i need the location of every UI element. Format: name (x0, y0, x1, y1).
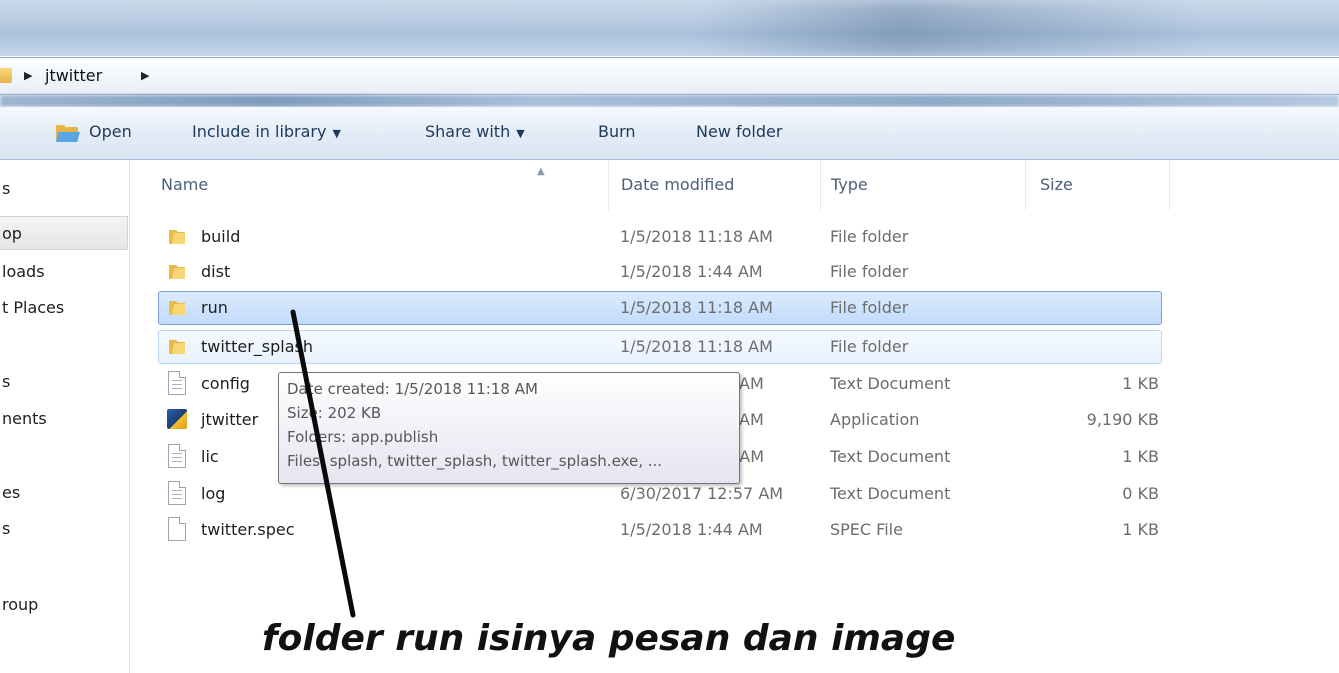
chevron-down-icon: ▼ (332, 127, 341, 140)
file-name: build (201, 227, 241, 246)
file-size: 1 KB (1122, 520, 1159, 539)
nav-item[interactable]: t Places (0, 291, 128, 325)
share-with-button[interactable]: Share with ▼ (425, 122, 525, 141)
share-with-label: Share with (425, 122, 511, 141)
folder-info-tooltip: Date created: 1/5/2018 11:18 AM Size: 20… (278, 372, 740, 484)
table-row-selected[interactable]: run 1/5/2018 11:18 AM File folder (158, 291, 1162, 325)
file-date: 1/5/2018 11:18 AM (620, 298, 773, 317)
file-icon (168, 517, 186, 541)
file-size (1039, 256, 1159, 288)
command-bar: Open Include in library ▼ Share with ▼ Bur… (0, 107, 1339, 160)
navigation-pane: s op loads t Places s nents es s roup (0, 160, 130, 673)
nav-item[interactable]: es (0, 476, 128, 510)
file-name: log (201, 484, 226, 503)
nav-item[interactable]: s (0, 172, 128, 206)
file-type: Application (830, 410, 920, 429)
file-name: dist (201, 262, 231, 281)
breadcrumb-arrow-icon[interactable]: ▶ (141, 69, 149, 82)
sort-ascending-icon: ▲ (537, 166, 545, 177)
tooltip-files: Files: splash, twitter_splash, twitter_s… (287, 452, 663, 470)
text-document-icon (168, 481, 186, 505)
file-date: 1/5/2018 1:44 AM (620, 262, 763, 281)
file-type: SPEC File (830, 520, 903, 539)
burn-button[interactable]: Burn (598, 122, 636, 141)
file-name: lic (201, 447, 219, 466)
file-name: jtwitter (201, 410, 259, 429)
file-size (1039, 331, 1159, 363)
folder-icon (0, 68, 12, 83)
table-row[interactable]: dist 1/5/2018 1:44 AM File folder (158, 255, 1162, 289)
file-type: File folder (830, 298, 909, 317)
file-date: 1/5/2018 1:44 AM (620, 520, 763, 539)
file-name: twitter_splash (201, 337, 313, 356)
breadcrumb-jtwitter[interactable]: jtwitter (45, 66, 102, 85)
window-title-blurred (30, 14, 34, 28)
text-document-icon (168, 371, 186, 395)
titlebar-glass (700, 0, 1200, 56)
file-size: 9,190 KB (1086, 410, 1159, 429)
nav-item[interactable]: s (0, 365, 128, 399)
text-document-icon (168, 444, 186, 468)
file-size: 0 KB (1122, 484, 1159, 503)
tooltip-folders: Folders: app.publish (287, 428, 439, 446)
nav-item-selected[interactable]: op (0, 216, 128, 250)
folder-icon (169, 230, 185, 244)
file-type: Text Document (830, 447, 951, 466)
include-in-library-button[interactable]: Include in library ▼ (192, 122, 341, 141)
file-type: Text Document (830, 484, 951, 503)
file-name: twitter.spec (201, 520, 295, 539)
file-size: 1 KB (1122, 447, 1159, 466)
folder-icon (169, 301, 185, 315)
column-header-type[interactable]: Type (831, 160, 1026, 210)
breadcrumb-arrow-icon[interactable]: ▶ (24, 69, 32, 82)
file-date: 1/5/2018 11:18 AM (620, 337, 773, 356)
file-name: config (201, 374, 250, 393)
nav-item[interactable]: roup (0, 588, 128, 622)
file-type: File folder (830, 227, 909, 246)
file-size: 1 KB (1122, 374, 1159, 393)
folder-icon (169, 340, 185, 354)
tooltip-date-created: Date created: 1/5/2018 11:18 AM (287, 380, 538, 398)
window-titlebar (0, 0, 1339, 56)
blurred-separator (0, 95, 1339, 107)
nav-item[interactable]: nents (0, 402, 128, 436)
file-type: Text Document (830, 374, 951, 393)
open-button[interactable]: Open (89, 122, 132, 141)
file-date: 1/5/2018 11:18 AM (620, 227, 773, 246)
file-size (1039, 292, 1159, 324)
nav-item[interactable]: loads (0, 255, 128, 289)
file-date: AM (739, 410, 764, 429)
file-size (1039, 221, 1159, 253)
annotation-caption: folder run isinya pesan dan image (262, 618, 956, 659)
column-header-date[interactable]: Date modified (621, 160, 821, 210)
include-in-library-label: Include in library (192, 122, 327, 141)
file-type: File folder (830, 337, 909, 356)
table-row-hover[interactable]: twitter_splash 1/5/2018 11:18 AM File fo… (158, 330, 1162, 364)
column-header-size[interactable]: Size (1040, 160, 1170, 210)
file-date: AM (739, 374, 764, 393)
application-icon (167, 409, 187, 429)
table-row[interactable]: build 1/5/2018 11:18 AM File folder (158, 220, 1162, 254)
address-bar[interactable]: ▶ jtwitter ▶ (0, 57, 1339, 95)
table-row[interactable]: twitter.spec 1/5/2018 1:44 AM SPEC File … (158, 513, 1162, 547)
chevron-down-icon: ▼ (516, 127, 525, 140)
new-folder-button[interactable]: New folder (696, 122, 782, 141)
file-type: File folder (830, 262, 909, 281)
file-name: run (201, 298, 228, 317)
tooltip-size: Size: 202 KB (287, 404, 382, 422)
folder-icon (169, 265, 185, 279)
open-folder-icon (56, 125, 80, 142)
nav-item[interactable]: s (0, 512, 128, 546)
